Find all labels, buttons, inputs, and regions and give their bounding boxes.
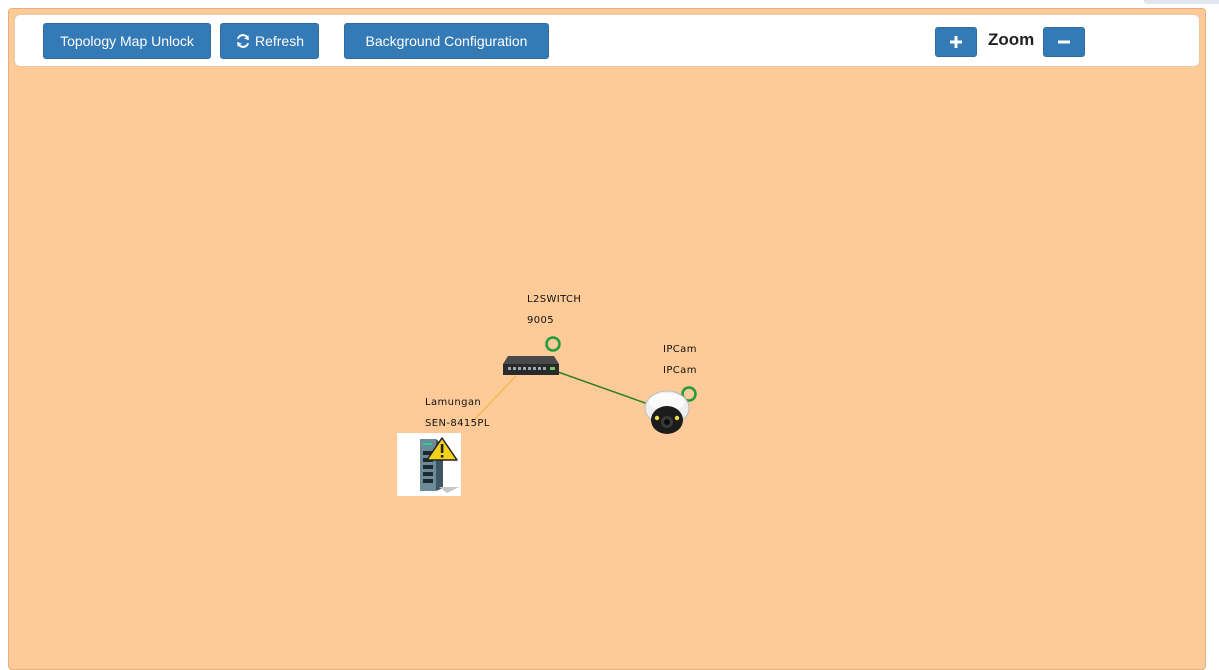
industrial-switch-icon[interactable] — [397, 433, 461, 496]
topology-links — [473, 371, 649, 421]
node-name-ipcam: IPCam — [663, 344, 697, 355]
status-ok-icon — [545, 336, 561, 352]
node-model-lamungan: SEN-8415PL — [425, 418, 490, 429]
node-model-ipcam: IPCam — [663, 365, 697, 376]
link-l2switch-ipcam — [557, 371, 649, 405]
node-name-l2switch: L2SWITCH — [527, 294, 582, 305]
node-model-l2switch: 9005 — [527, 315, 555, 326]
network-switch-icon[interactable] — [500, 354, 562, 378]
node-name-lamungan: Lamungan — [425, 397, 482, 408]
dome-camera-icon[interactable] — [643, 388, 691, 438]
